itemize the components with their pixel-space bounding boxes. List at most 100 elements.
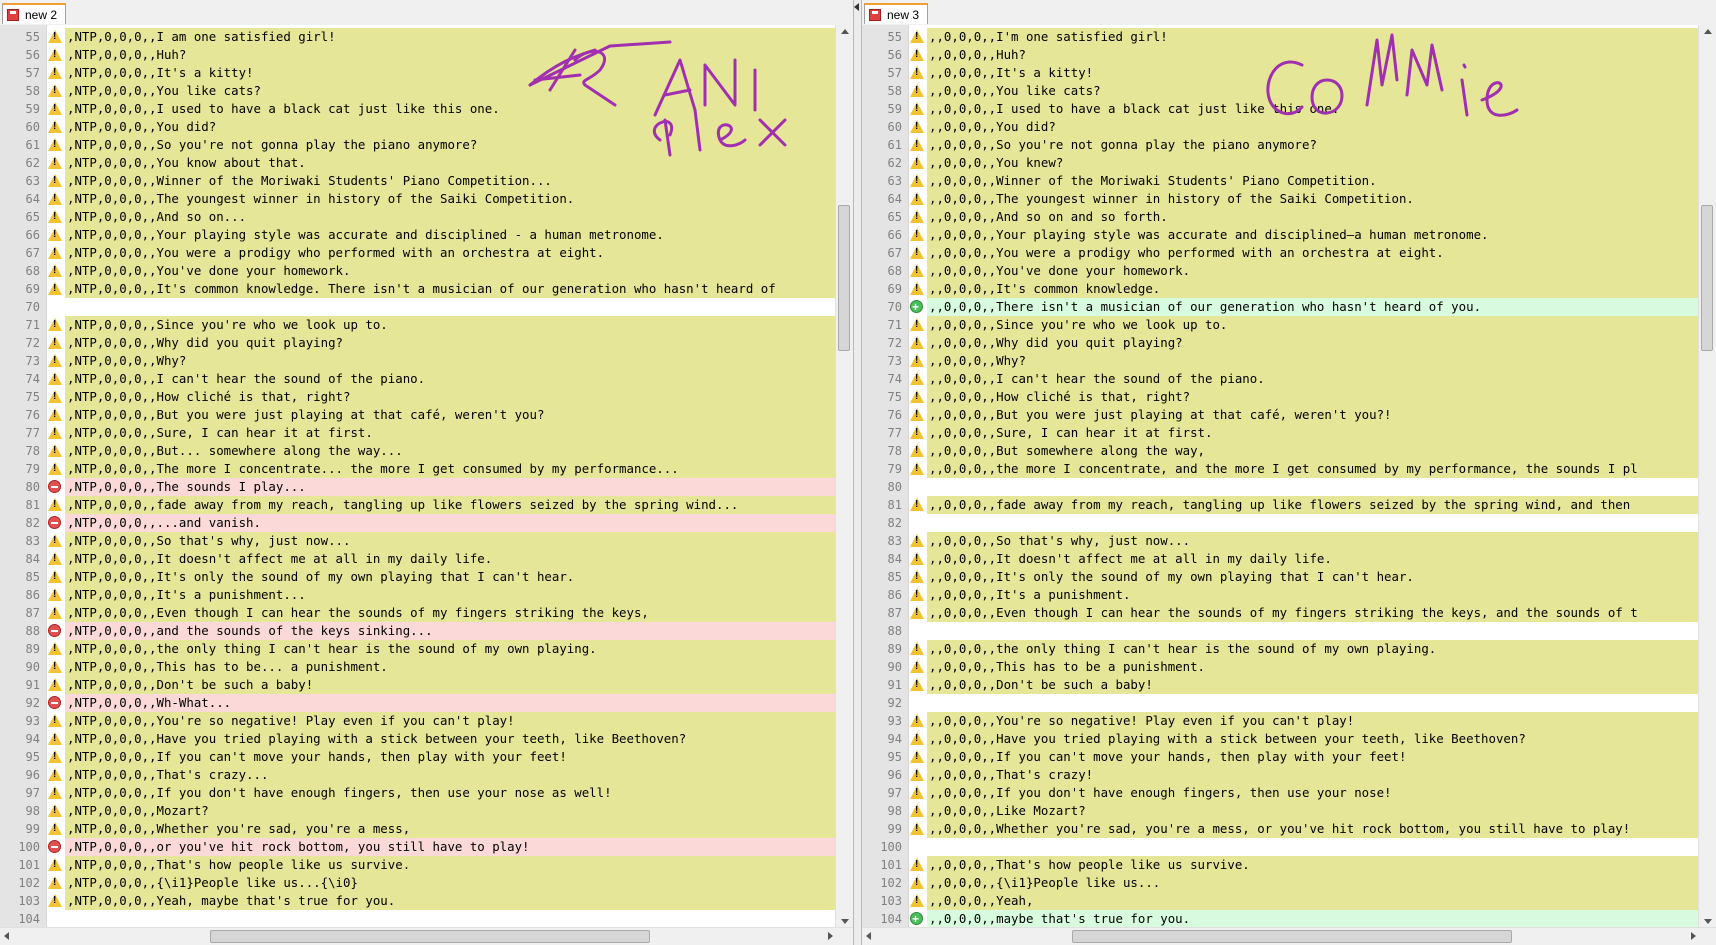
diff-line[interactable]: 94 ,,0,0,0,,Have you tried playing with a… (862, 730, 1699, 748)
diff-line[interactable]: 102 ,,0,0,0,,{\i1}People like us... (862, 874, 1699, 892)
diff-line[interactable]: 64 ,NTP,0,0,0,,The youngest winner in his… (0, 190, 836, 208)
diff-line[interactable]: 70 ,,0,0,0,,There isn't a musician of our… (862, 298, 1699, 316)
diff-line[interactable]: 72 ,NTP,0,0,0,,Why did you quit playing? (0, 334, 836, 352)
diff-line[interactable]: 89 ,,0,0,0,,the only thing I can't hear i… (862, 640, 1699, 658)
scroll-thumb[interactable] (838, 205, 850, 351)
diff-line[interactable]: 84 ,,0,0,0,,It doesn't affect me at all i… (862, 550, 1699, 568)
scroll-right-arrow-icon[interactable] (1691, 932, 1696, 940)
collapse-left-arrow-icon[interactable] (854, 3, 859, 11)
diff-line[interactable]: 60 ,,0,0,0,,You did? (862, 118, 1699, 136)
diff-line[interactable]: 76 ,,0,0,0,,But you were just playing at … (862, 406, 1699, 424)
diff-line[interactable]: 87 ,NTP,0,0,0,,Even though I can hear the… (0, 604, 836, 622)
diff-line[interactable]: 85 ,NTP,0,0,0,,It's only the sound of my … (0, 568, 836, 586)
diff-line[interactable]: 64 ,,0,0,0,,The youngest winner in histor… (862, 190, 1699, 208)
diff-line[interactable]: 57 ,,0,0,0,,It's a kitty! (862, 64, 1699, 82)
diff-line[interactable]: 81 ,NTP,0,0,0,,fade away from my reach, t… (0, 496, 836, 514)
diff-line[interactable]: 67 ,,0,0,0,,You were a prodigy who perfor… (862, 244, 1699, 262)
diff-line[interactable]: 66 ,,0,0,0,,Your playing style was accura… (862, 226, 1699, 244)
vertical-scrollbar[interactable] (835, 25, 853, 928)
diff-line[interactable]: 100 ,NTP,0,0,0,,or you've hit rock bottom… (0, 838, 836, 856)
diff-line[interactable]: 104 ,,0,0,0,,maybe that's true for you. (862, 910, 1699, 928)
diff-line[interactable]: 98 ,NTP,0,0,0,,Mozart? (0, 802, 836, 820)
diff-line[interactable]: 77 ,,0,0,0,,Sure, I can hear it at first. (862, 424, 1699, 442)
right-editor[interactable]: 55 ,,0,0,0,,I'm one satisfied girl! 56 ,,0,… (862, 25, 1716, 945)
diff-line[interactable]: 78 ,NTP,0,0,0,,But... somewhere along the… (0, 442, 836, 460)
diff-line[interactable]: 72 ,,0,0,0,,Why did you quit playing? (862, 334, 1699, 352)
diff-line[interactable]: 80 ,NTP,0,0,0,,The sounds I play... (0, 478, 836, 496)
diff-line[interactable]: 100 (862, 838, 1699, 856)
diff-line[interactable]: 63 ,NTP,0,0,0,,Winner of the Moriwaki Stu… (0, 172, 836, 190)
diff-line[interactable]: 73 ,,0,0,0,,Why? (862, 352, 1699, 370)
diff-line[interactable]: 95 ,,0,0,0,,If you can't move your hands,… (862, 748, 1699, 766)
diff-line[interactable]: 94 ,NTP,0,0,0,,Have you tried playing wit… (0, 730, 836, 748)
diff-line[interactable]: 102 ,NTP,0,0,0,,{\i1}People like us...{\i… (0, 874, 836, 892)
diff-line[interactable]: 55 ,NTP,0,0,0,,I am one satisfied girl! (0, 28, 836, 46)
diff-line[interactable]: 59 ,NTP,0,0,0,,I used to have a black cat… (0, 100, 836, 118)
tab-new-3[interactable]: new 3 (864, 3, 929, 24)
diff-line[interactable]: 68 ,NTP,0,0,0,,You've done your homework. (0, 262, 836, 280)
diff-line[interactable]: 62 ,,0,0,0,,You knew? (862, 154, 1699, 172)
scroll-thumb[interactable] (1701, 205, 1713, 351)
diff-line[interactable]: 99 ,NTP,0,0,0,,Whether you're sad, you're… (0, 820, 836, 838)
diff-line[interactable]: 97 ,,0,0,0,,If you don't have enough fing… (862, 784, 1699, 802)
diff-line[interactable]: 74 ,,0,0,0,,I can't hear the sound of the… (862, 370, 1699, 388)
diff-line[interactable]: 65 ,,0,0,0,,And so on and so forth. (862, 208, 1699, 226)
pane-divider[interactable] (853, 0, 862, 945)
diff-line[interactable]: 81 ,,0,0,0,,fade away from my reach, tang… (862, 496, 1699, 514)
diff-line[interactable]: 79 ,NTP,0,0,0,,The more I concentrate... … (0, 460, 836, 478)
diff-line[interactable]: 78 ,,0,0,0,,But somewhere along the way, (862, 442, 1699, 460)
diff-line[interactable]: 101 ,NTP,0,0,0,,That's how people like us… (0, 856, 836, 874)
diff-line[interactable]: 89 ,NTP,0,0,0,,the only thing I can't hea… (0, 640, 836, 658)
diff-line[interactable]: 96 ,,0,0,0,,That's crazy! (862, 766, 1699, 784)
diff-line[interactable]: 85 ,,0,0,0,,It's only the sound of my own… (862, 568, 1699, 586)
left-editor[interactable]: 55,NTP,0,0,0,,I am one satisfied girl!56… (0, 25, 853, 945)
scroll-right-arrow-icon[interactable] (828, 932, 833, 940)
diff-line[interactable]: 80 (862, 478, 1699, 496)
diff-line[interactable]: 56 ,,0,0,0,,Huh? (862, 46, 1699, 64)
diff-line[interactable]: 62 ,NTP,0,0,0,,You know about that. (0, 154, 836, 172)
diff-line[interactable]: 93 ,,0,0,0,,You're so negative! Play even… (862, 712, 1699, 730)
diff-line[interactable]: 99 ,,0,0,0,,Whether you're sad, you're a … (862, 820, 1699, 838)
diff-line[interactable]: 103 ,,0,0,0,,Yeah, (862, 892, 1699, 910)
horizontal-scrollbar[interactable] (0, 927, 853, 945)
diff-line[interactable]: 77 ,NTP,0,0,0,,Sure, I can hear it at fir… (0, 424, 836, 442)
diff-line[interactable]: 92 ,NTP,0,0,0,,Wh-What... (0, 694, 836, 712)
diff-line[interactable]: 58 ,,0,0,0,,You like cats? (862, 82, 1699, 100)
diff-line[interactable]: 91 ,NTP,0,0,0,,Don't be such a baby! (0, 676, 836, 694)
diff-line[interactable]: 69 ,NTP,0,0,0,,It's common knowledge. The… (0, 280, 836, 298)
diff-line[interactable]: 87 ,,0,0,0,,Even though I can hear the so… (862, 604, 1699, 622)
horizontal-scroll-thumb[interactable] (1072, 930, 1512, 943)
diff-line[interactable]: 69 ,,0,0,0,,It's common knowledge. (862, 280, 1699, 298)
diff-line[interactable]: 63 ,,0,0,0,,Winner of the Moriwaki Studen… (862, 172, 1699, 190)
diff-line[interactable]: 67 ,NTP,0,0,0,,You were a prodigy who per… (0, 244, 836, 262)
diff-line[interactable]: 68 ,,0,0,0,,You've done your homework. (862, 262, 1699, 280)
diff-line[interactable]: 98 ,,0,0,0,,Like Mozart? (862, 802, 1699, 820)
diff-line[interactable]: 71 ,,0,0,0,,Since you're who we look up t… (862, 316, 1699, 334)
scroll-left-arrow-icon[interactable] (4, 932, 9, 940)
diff-line[interactable]: 75 ,,0,0,0,,How cliché is that, right? (862, 388, 1699, 406)
tab-new-2[interactable]: new 2 (2, 3, 67, 24)
diff-line[interactable]: 104 (0, 910, 836, 928)
diff-line[interactable]: 59 ,,0,0,0,,I used to have a black cat ju… (862, 100, 1699, 118)
diff-line[interactable]: 96 ,NTP,0,0,0,,That's crazy... (0, 766, 836, 784)
diff-line[interactable]: 93 ,NTP,0,0,0,,You're so negative! Play e… (0, 712, 836, 730)
scroll-up-arrow-icon[interactable] (1704, 29, 1712, 34)
horizontal-scroll-thumb[interactable] (210, 930, 650, 943)
scroll-down-arrow-icon[interactable] (841, 919, 849, 924)
diff-line[interactable]: 57 ,NTP,0,0,0,,It's a kitty! (0, 64, 836, 82)
diff-line[interactable]: 61 ,,0,0,0,,So you're not gonna play the … (862, 136, 1699, 154)
diff-line[interactable]: 58 ,NTP,0,0,0,,You like cats? (0, 82, 836, 100)
diff-line[interactable]: 76 ,NTP,0,0,0,,But you were just playing … (0, 406, 836, 424)
diff-line[interactable]: 88 ,NTP,0,0,0,,and the sounds of the keys… (0, 622, 836, 640)
scroll-down-arrow-icon[interactable] (1704, 919, 1712, 924)
diff-line[interactable]: 74 ,NTP,0,0,0,,I can't hear the sound of … (0, 370, 836, 388)
diff-line[interactable]: 83 ,,0,0,0,,So that's why, just now... (862, 532, 1699, 550)
scroll-left-arrow-icon[interactable] (866, 932, 871, 940)
diff-line[interactable]: 75 ,NTP,0,0,0,,How cliché is that, right? (0, 388, 836, 406)
diff-line[interactable]: 65 ,NTP,0,0,0,,And so on... (0, 208, 836, 226)
diff-line[interactable]: 103 ,NTP,0,0,0,,Yeah, maybe that's true f… (0, 892, 836, 910)
diff-line[interactable]: 82 (862, 514, 1699, 532)
diff-line[interactable]: 90 ,,0,0,0,,This has to be a punishment. (862, 658, 1699, 676)
diff-line[interactable]: 56 ,NTP,0,0,0,,Huh? (0, 46, 836, 64)
diff-line[interactable]: 84 ,NTP,0,0,0,,It doesn't affect me at al… (0, 550, 836, 568)
